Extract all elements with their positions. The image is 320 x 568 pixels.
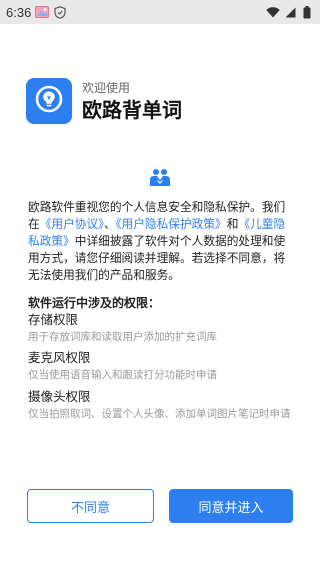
intro-separator-2: 和 [226, 217, 239, 231]
user-agreement-link[interactable]: 《用户协议》 [40, 217, 104, 231]
photo-icon [35, 5, 50, 19]
battery-icon [300, 5, 314, 19]
permission-desc: 用于存放词库和读取用户添加的扩充词库 [28, 331, 217, 343]
decline-button[interactable]: 不同意 [27, 489, 154, 523]
lightbulb-icon [34, 84, 64, 118]
permission-microphone: 麦克风权限 仅当使用语音输入和跟读打分功能时申请 [28, 349, 294, 383]
permission-desc: 仅当使用语音输入和跟读打分功能时申请 [28, 369, 217, 381]
app-logo [26, 78, 72, 124]
welcome-text: 欢迎使用 [82, 80, 131, 95]
permission-camera: 摄像头权限 仅当拍照取词、设置个人头像、添加单词图片笔记时申请 [28, 388, 294, 422]
intro-separator-1: 、 [103, 217, 116, 231]
wifi-icon [266, 5, 280, 19]
permission-desc: 仅当拍照取词、设置个人头像、添加单词图片笔记时申请 [28, 408, 291, 420]
header-text: 欢迎使用 欧路背单词 [82, 80, 182, 123]
status-bar: 6:36 [0, 0, 320, 24]
permission-name: 麦克风权限 [28, 350, 91, 365]
privacy-intro: 欧路软件重视您的个人信息安全和隐私保护。我们在《用户协议》、《用户隐私保护政策》… [28, 199, 294, 284]
permission-name: 摄像头权限 [28, 389, 91, 404]
permissions-title: 软件运行中涉及的权限： [28, 296, 161, 310]
bottom-bar [0, 560, 320, 568]
privacy-policy-link[interactable]: 《用户隐私保护政策》 [116, 217, 227, 231]
status-left: 6:36 [6, 5, 67, 20]
app-name: 欧路背单词 [82, 97, 182, 122]
signal-icon [283, 5, 297, 19]
handshake-icon [149, 168, 171, 188]
shield-icon [53, 5, 67, 19]
permission-storage: 存储权限 用于存放词库和读取用户添加的扩充词库 [28, 311, 294, 345]
permission-name: 存储权限 [28, 312, 79, 327]
accept-button[interactable]: 同意并进入 [169, 489, 293, 523]
status-right [266, 5, 314, 19]
app-header: 欢迎使用 欧路背单词 [26, 78, 182, 124]
status-time: 6:36 [6, 4, 32, 20]
